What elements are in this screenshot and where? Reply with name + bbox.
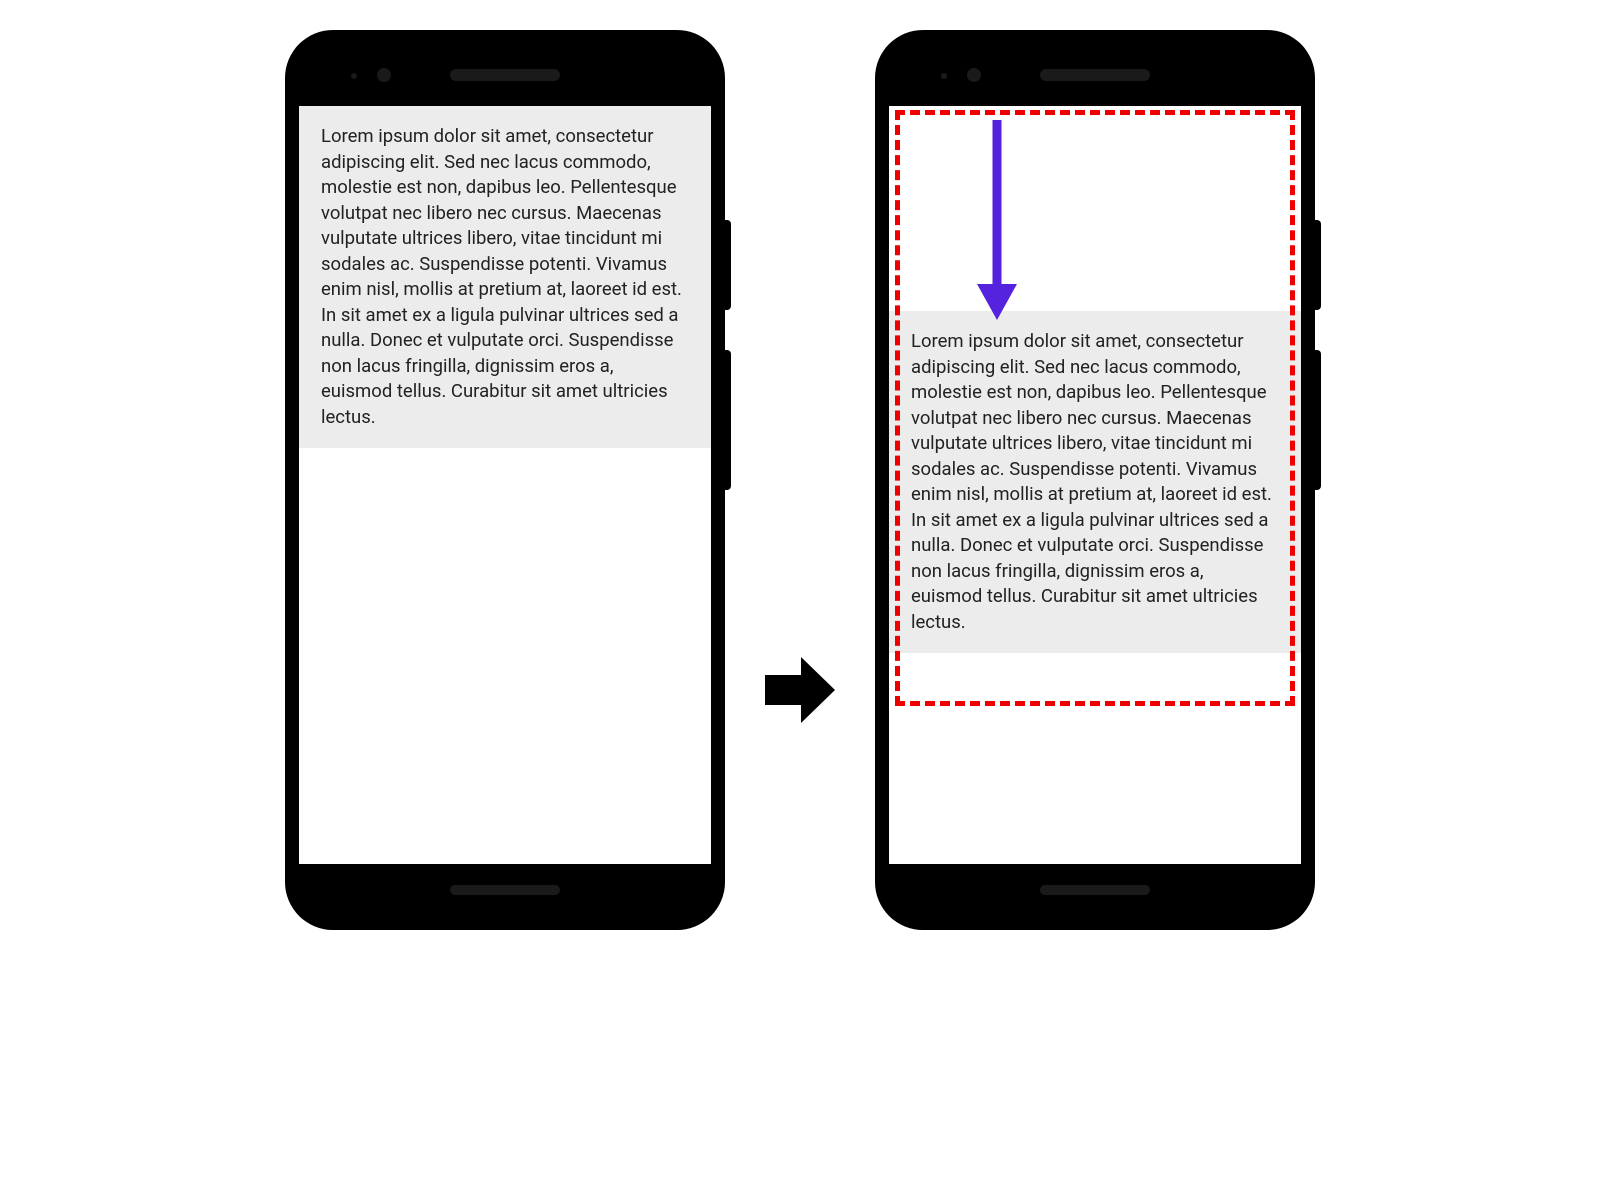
phone-bottom-bezel	[889, 864, 1301, 916]
phone-camera	[967, 68, 981, 82]
phone-camera	[377, 68, 391, 82]
phone-body: Lorem ipsum dolor sit amet, consectetur …	[889, 44, 1301, 916]
transition-arrow-icon	[765, 657, 835, 723]
phone-sensor	[941, 73, 947, 79]
content-text-block: Lorem ipsum dolor sit amet, consectetur …	[889, 311, 1301, 653]
phone-bottom-speaker	[1040, 885, 1150, 895]
scroll-diagram: Lorem ipsum dolor sit amet, consectetur …	[285, 30, 1315, 930]
phone-bottom-bezel	[299, 864, 711, 916]
phone-speaker	[450, 69, 560, 81]
phone-after: Lorem ipsum dolor sit amet, consectetur …	[875, 30, 1315, 930]
phone-side-button	[725, 350, 731, 490]
phone-side-button	[1315, 220, 1321, 310]
phone-side-button	[1315, 350, 1321, 490]
phone-body: Lorem ipsum dolor sit amet, consectetur …	[299, 44, 711, 916]
content-text-block: Lorem ipsum dolor sit amet, consectetur …	[299, 106, 711, 448]
phone-before: Lorem ipsum dolor sit amet, consectetur …	[285, 30, 725, 930]
phone-side-button	[725, 220, 731, 310]
scroll-direction-arrow-icon	[973, 120, 1021, 324]
phone-top-bezel	[299, 44, 711, 106]
phone-screen-before: Lorem ipsum dolor sit amet, consectetur …	[299, 106, 711, 864]
phone-sensor	[351, 73, 357, 79]
phone-screen-after: Lorem ipsum dolor sit amet, consectetur …	[889, 106, 1301, 864]
phone-bottom-speaker	[450, 885, 560, 895]
phone-speaker	[1040, 69, 1150, 81]
phone-top-bezel	[889, 44, 1301, 106]
